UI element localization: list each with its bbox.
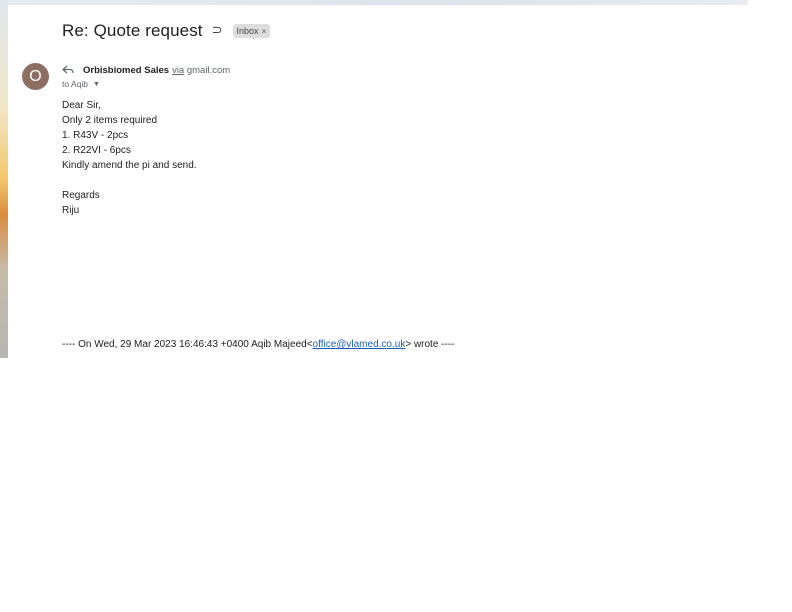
reply-icon[interactable]	[62, 65, 74, 75]
email-body: Dear Sir, Only 2 items required 1. R43V …	[62, 98, 197, 218]
importance-marker-icon[interactable]: ⊃	[212, 22, 223, 38]
body-line: Kindly amend the pi and send.	[62, 160, 197, 171]
inbox-label-chip[interactable]: Inbox ×	[232, 24, 271, 38]
sender-avatar[interactable]: O	[22, 63, 49, 90]
avatar-letter: O	[29, 67, 42, 85]
body-line: Dear Sir,	[62, 100, 101, 111]
body-line: Only 2 items required	[62, 115, 158, 126]
quote-suffix: > wrote ----	[405, 339, 455, 350]
via-domain: gmail.com	[186, 64, 231, 76]
quoted-sender-email-link[interactable]: office@vlamed.co.uk	[313, 339, 406, 350]
via-text: via gmail.com	[172, 65, 230, 76]
recipient-text: to Aqib	[62, 79, 88, 89]
body-line: Riju	[62, 205, 80, 216]
recipient-row[interactable]: to Aqib ▼	[62, 79, 100, 89]
sender-row: Orbisbiomed Sales via gmail.com	[62, 63, 230, 77]
body-line	[62, 173, 197, 188]
email-subject: Re: Quote request	[62, 21, 203, 40]
quoted-header: ---- On Wed, 29 Mar 2023 16:46:43 +0400 …	[62, 339, 455, 350]
remove-label-icon[interactable]: ×	[262, 27, 267, 36]
subject-row: Re: Quote request ⊃ Inbox ×	[62, 19, 271, 43]
body-line: 2. R22VI - 6pcs	[62, 145, 131, 156]
quote-prefix: ---- On Wed, 29 Mar 2023 16:46:43 +0400 …	[62, 339, 313, 350]
sender-name[interactable]: Orbisbiomed Sales	[83, 65, 169, 76]
desktop-background	[0, 0, 8, 358]
body-line: Regards	[62, 190, 100, 201]
details-chevron-down-icon[interactable]: ▼	[93, 81, 100, 88]
via-link[interactable]: via	[172, 65, 184, 76]
label-text: Inbox	[236, 26, 259, 36]
body-line: 1. R43V - 2pcs	[62, 130, 129, 141]
